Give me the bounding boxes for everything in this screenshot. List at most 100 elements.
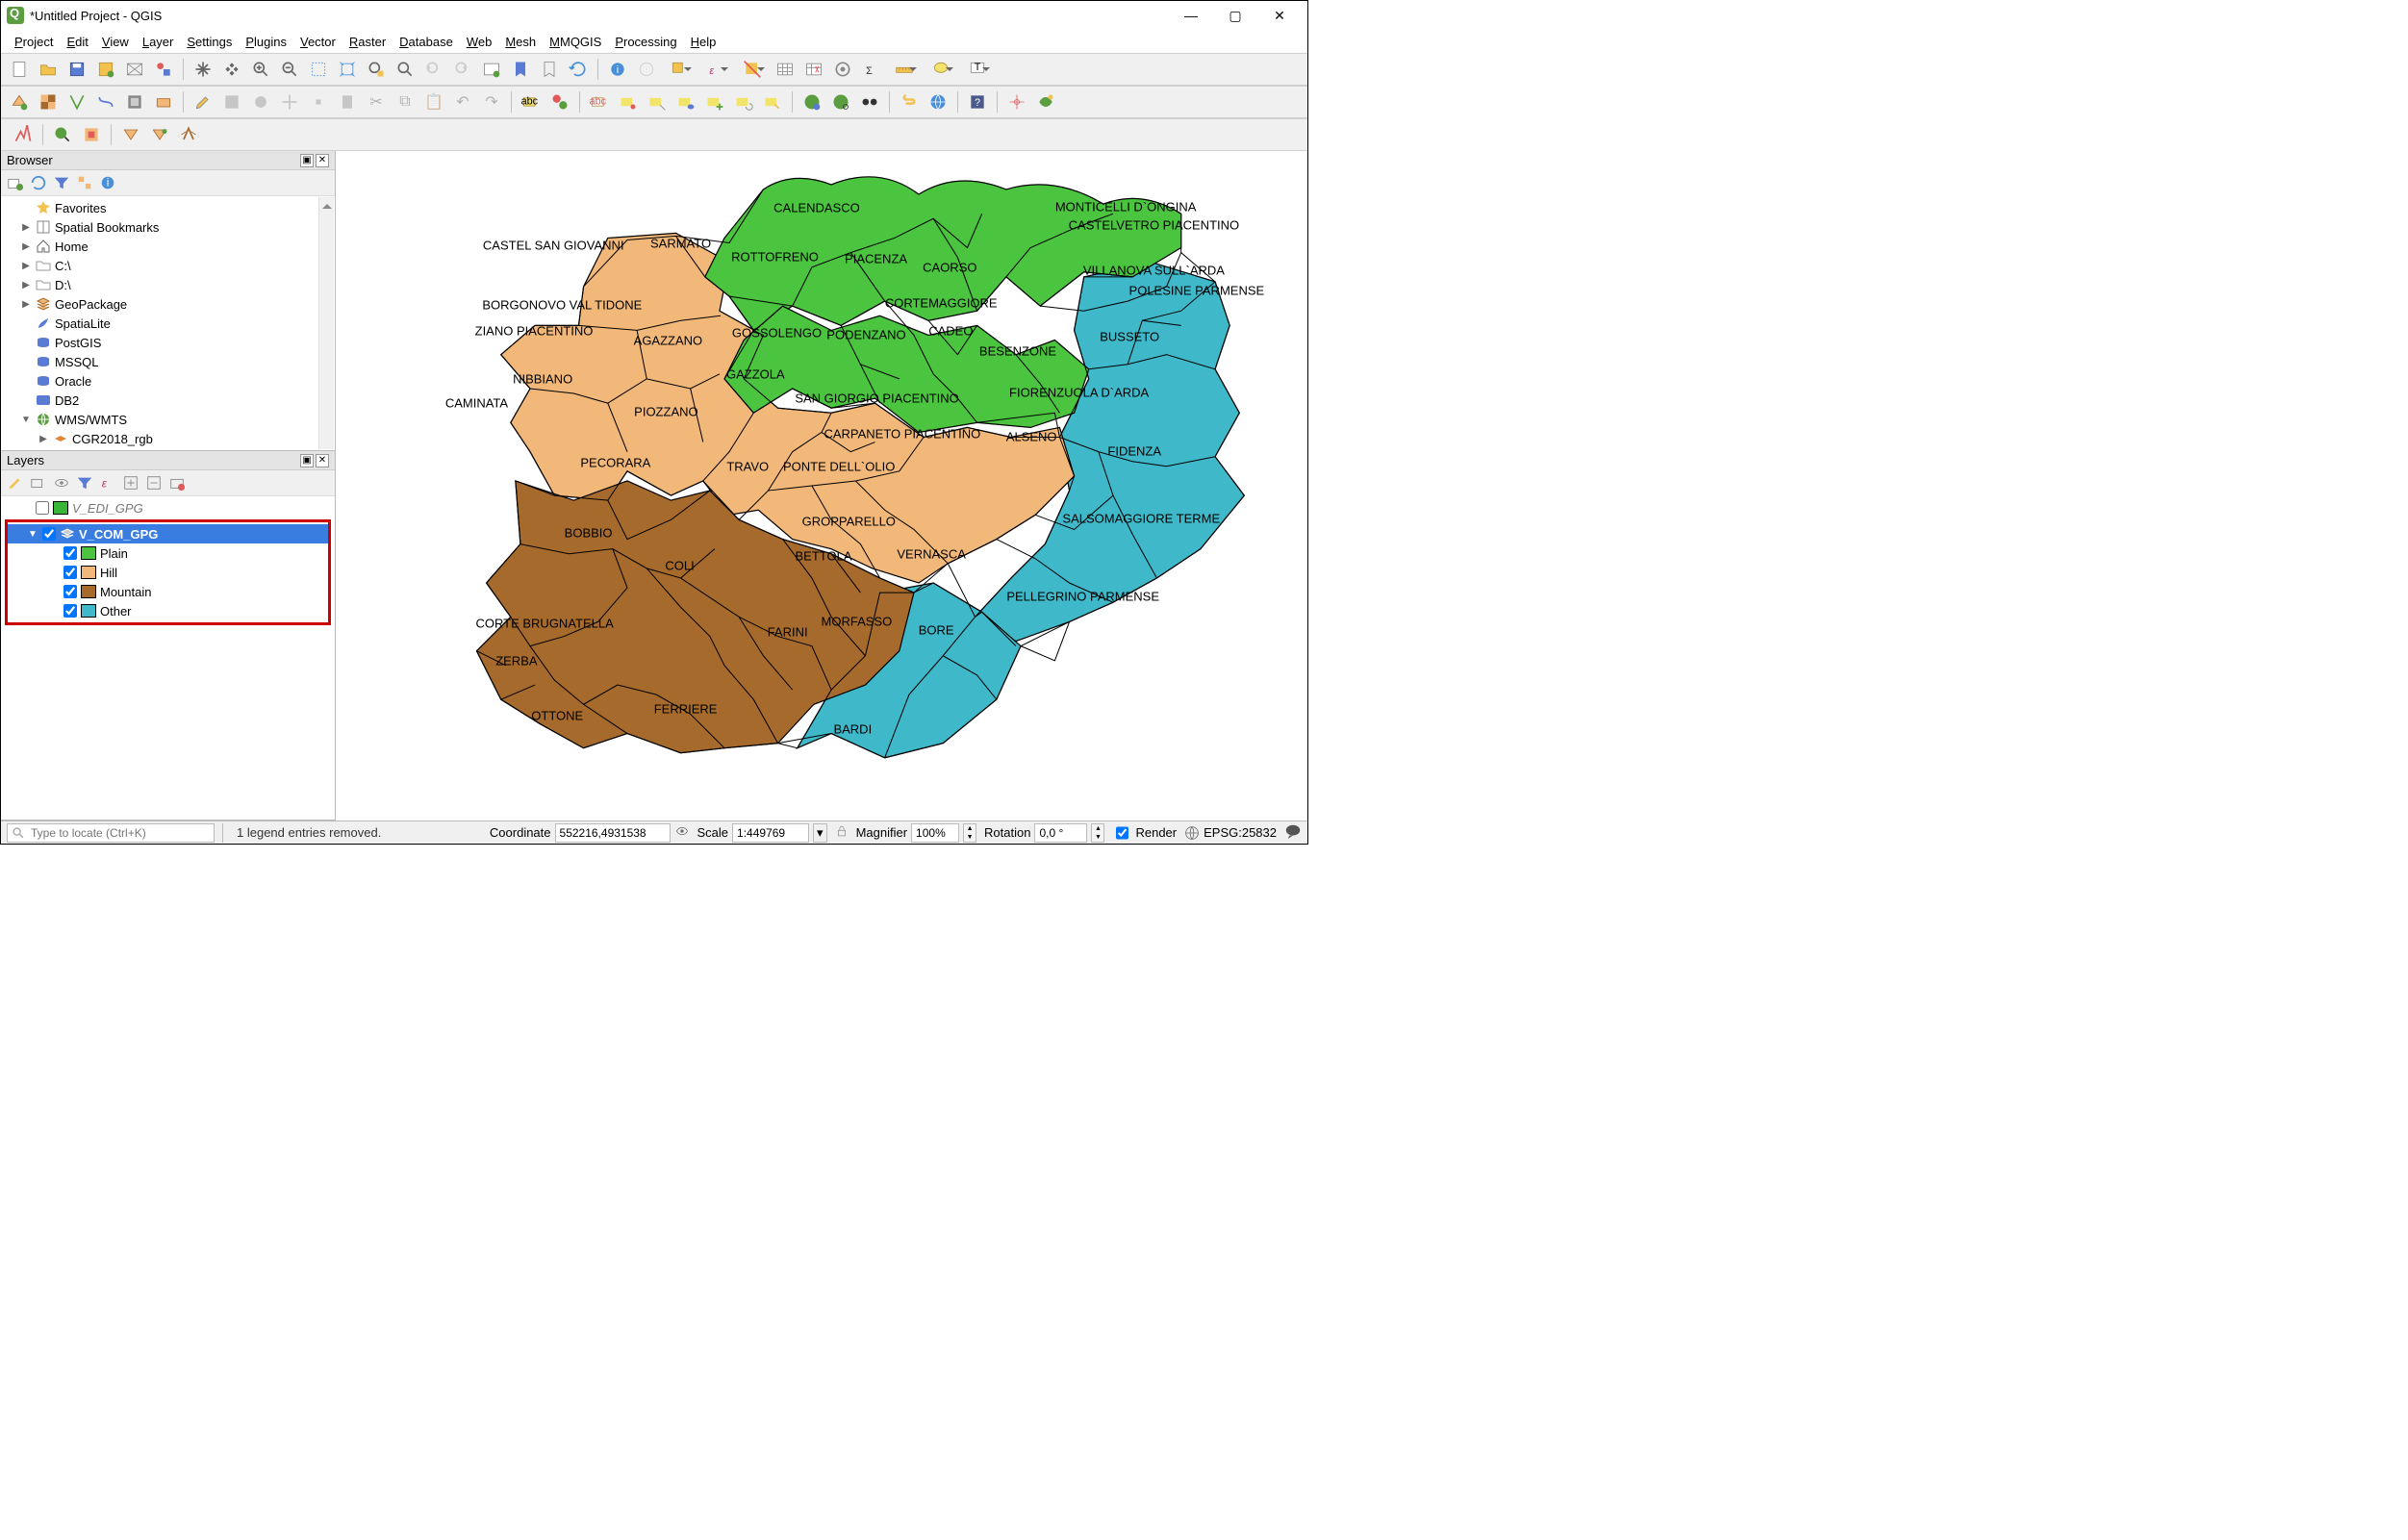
processing-button[interactable] — [176, 122, 201, 147]
browser-item[interactable]: ▼ WMS/WMTS — [1, 410, 335, 429]
new-map-view-button[interactable] — [479, 57, 504, 82]
add-raster-layer-button[interactable] — [36, 89, 61, 114]
menu-settings[interactable]: Settings — [181, 33, 238, 51]
menu-mesh[interactable]: Mesh — [499, 33, 542, 51]
new-shapefile-button[interactable] — [64, 89, 89, 114]
browser-item[interactable]: ▶ CGR2018_rgb — [1, 429, 335, 448]
menu-plugins[interactable]: Plugins — [240, 33, 292, 51]
zoom-next-button[interactable] — [450, 57, 475, 82]
style-layer-icon[interactable] — [7, 474, 24, 492]
browser-item[interactable]: Favorites — [1, 198, 335, 217]
browser-item[interactable]: ▶ Spatial Bookmarks — [1, 217, 335, 237]
browser-close-button[interactable]: ✕ — [316, 154, 329, 167]
metasearch-button[interactable] — [857, 89, 882, 114]
zoom-out-button[interactable] — [277, 57, 302, 82]
osm-button[interactable] — [925, 89, 951, 114]
browser-item[interactable]: ▶ D:\ — [1, 275, 335, 294]
properties-browser-icon[interactable]: i — [99, 174, 116, 191]
action-button[interactable] — [634, 57, 659, 82]
filter-layers-icon[interactable] — [76, 474, 93, 492]
diagram-button[interactable] — [547, 89, 572, 114]
statistics-button[interactable]: Σ — [859, 57, 884, 82]
layout-manager-button[interactable] — [122, 57, 147, 82]
move-feature-button[interactable] — [277, 89, 302, 114]
toggle-edit-button[interactable] — [190, 89, 215, 114]
node-tool-button[interactable] — [306, 89, 331, 114]
refresh-button[interactable] — [566, 57, 591, 82]
extents-icon[interactable] — [674, 823, 690, 842]
collapse-all-icon[interactable] — [145, 474, 163, 492]
magnifier-field[interactable] — [911, 823, 959, 843]
close-button[interactable]: ✕ — [1257, 1, 1302, 30]
quick-osm-button[interactable] — [50, 122, 75, 147]
layers-close-button[interactable]: ✕ — [316, 454, 329, 467]
wms-button[interactable] — [799, 89, 824, 114]
scale-field[interactable] — [732, 823, 809, 843]
browser-item[interactable]: ▶ Home — [1, 237, 335, 256]
pin-labels-button[interactable] — [616, 89, 641, 114]
show-hide-labels-button[interactable] — [673, 89, 698, 114]
browser-item[interactable]: DB2 — [1, 391, 335, 410]
deselect-button[interactable] — [736, 57, 769, 82]
maximize-button[interactable]: ▢ — [1213, 1, 1257, 30]
save-edits-button[interactable] — [219, 89, 244, 114]
move-label-button[interactable] — [702, 89, 727, 114]
browser-tree[interactable]: Favorites▶ Spatial Bookmarks▶ Home▶ C:\▶… — [1, 196, 335, 450]
delete-feature-button[interactable] — [335, 89, 360, 114]
save-project-button[interactable] — [64, 57, 89, 82]
copy-feature-button[interactable]: ⧉ — [393, 89, 418, 114]
show-unplaced-button[interactable] — [645, 89, 670, 114]
zoom-selection-button[interactable] — [364, 57, 389, 82]
locator-input[interactable] — [7, 823, 215, 843]
identify-button[interactable]: i — [605, 57, 630, 82]
legend-item[interactable]: Other — [8, 601, 328, 620]
show-bookmarks-button[interactable] — [537, 57, 562, 82]
map-canvas[interactable]: CALENDASCOMONTICELLI D`ONGINACASTELVETRO… — [336, 151, 1307, 820]
zoom-in-button[interactable] — [248, 57, 273, 82]
coord-field[interactable] — [555, 823, 671, 843]
label-button[interactable]: abc — [519, 89, 544, 114]
browser-item[interactable]: MSSQL — [1, 352, 335, 371]
new-project-button[interactable] — [7, 57, 32, 82]
plugin-reloader-button[interactable] — [79, 122, 104, 147]
processing-toolbox-button[interactable] — [830, 57, 855, 82]
raster-menu-button[interactable] — [147, 122, 172, 147]
rotation-stepper[interactable]: ▲▼ — [1091, 823, 1104, 843]
menu-view[interactable]: View — [96, 33, 135, 51]
filter-browser-icon[interactable] — [53, 174, 70, 191]
browser-float-button[interactable]: ▣ — [300, 154, 314, 167]
visibility-icon[interactable] — [53, 474, 70, 492]
new-memory-layer-button[interactable] — [151, 89, 176, 114]
rotate-label-button[interactable] — [731, 89, 756, 114]
new-print-layout-button[interactable] — [93, 57, 118, 82]
crs-button[interactable]: EPSG:25832 — [1184, 825, 1277, 841]
menu-processing[interactable]: Processing — [609, 33, 682, 51]
attribute-table-button[interactable] — [773, 57, 798, 82]
python-console-button[interactable] — [897, 89, 922, 114]
pan-button[interactable] — [190, 57, 215, 82]
add-group-icon[interactable] — [30, 474, 47, 492]
coord-capture-button[interactable] — [1004, 89, 1029, 114]
browser-item[interactable]: ▶ GeoPackage — [1, 294, 335, 314]
menu-layer[interactable]: Layer — [137, 33, 180, 51]
menu-help[interactable]: Help — [685, 33, 722, 51]
browser-item[interactable]: PostGIS — [1, 333, 335, 352]
zoom-layer-button[interactable] — [393, 57, 418, 82]
new-bookmark-button[interactable] — [508, 57, 533, 82]
cut-feature-button[interactable]: ✂ — [364, 89, 389, 114]
open-project-button[interactable] — [36, 57, 61, 82]
lock-scale-icon[interactable] — [835, 824, 849, 841]
browser-item[interactable]: Oracle — [1, 371, 335, 391]
select-value-button[interactable]: ε — [699, 57, 732, 82]
select-features-button[interactable] — [663, 57, 696, 82]
menu-web[interactable]: Web — [461, 33, 498, 51]
undo-button[interactable]: ↶ — [450, 89, 475, 114]
legend-item[interactable]: Mountain — [8, 582, 328, 601]
rasterize-button[interactable] — [11, 122, 36, 147]
add-feature-button[interactable] — [248, 89, 273, 114]
menu-project[interactable]: Project — [9, 33, 59, 51]
paste-feature-button[interactable]: 📋 — [421, 89, 446, 114]
new-geopackage-button[interactable] — [122, 89, 147, 114]
magnifier-stepper[interactable]: ▲▼ — [963, 823, 976, 843]
menu-edit[interactable]: Edit — [61, 33, 93, 51]
